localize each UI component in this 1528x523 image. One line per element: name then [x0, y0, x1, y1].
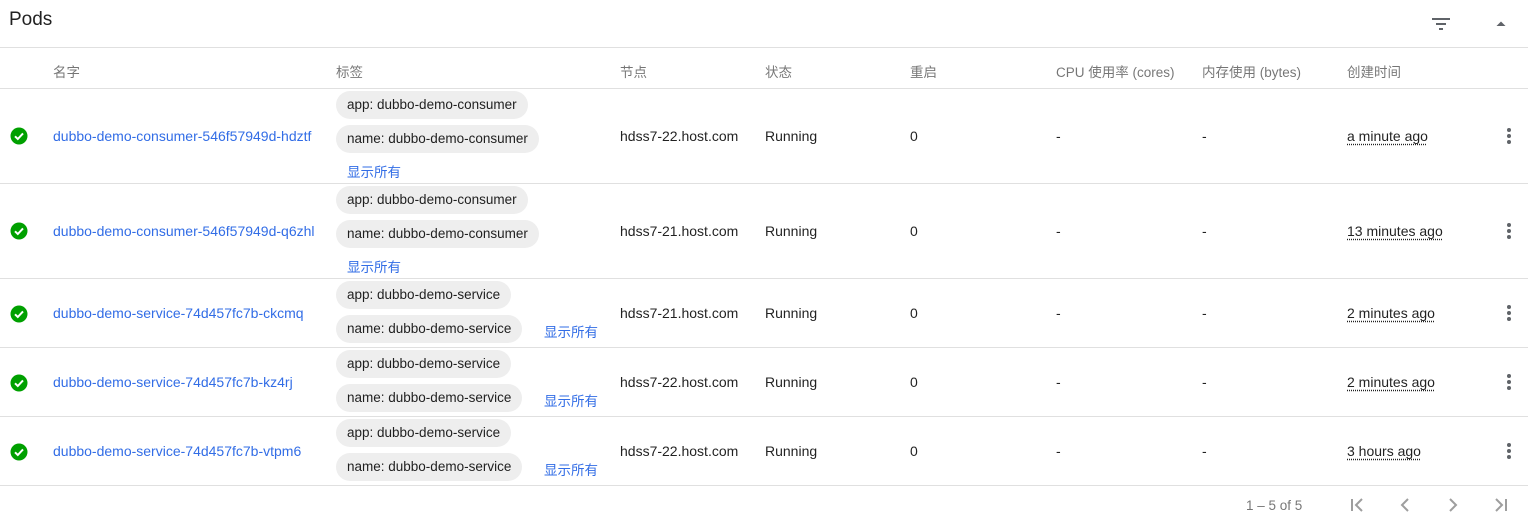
- created-time: 2 minutes ago: [1347, 374, 1435, 390]
- label-chip: name: dubbo-demo-consumer: [336, 125, 539, 153]
- pod-name-link[interactable]: dubbo-demo-service-74d457fc7b-vtpm6: [53, 443, 301, 459]
- show-all-labels-link[interactable]: 显示所有: [544, 390, 598, 410]
- pods-card-header: Pods: [0, 0, 1528, 48]
- pod-name-link[interactable]: dubbo-demo-service-74d457fc7b-kz4rj: [53, 374, 293, 390]
- more-vert-icon[interactable]: [1497, 219, 1521, 243]
- more-vert-icon[interactable]: [1497, 301, 1521, 325]
- expand-less-icon[interactable]: [1489, 12, 1513, 36]
- pod-name-link[interactable]: dubbo-demo-consumer-546f57949d-hdztf: [53, 128, 311, 144]
- label-chip: name: dubbo-demo-consumer: [336, 220, 539, 248]
- node-name: hdss7-21.host.com: [620, 305, 739, 321]
- cpu-usage: -: [1056, 128, 1061, 144]
- check-circle-icon: [10, 222, 28, 240]
- pod-status: Running: [765, 374, 818, 390]
- column-header-status: 状态: [765, 65, 792, 80]
- more-vert-icon[interactable]: [1497, 439, 1521, 463]
- table-row: dubbo-demo-consumer-546f57949d-hdztf app…: [0, 89, 1528, 184]
- first-page-icon[interactable]: [1345, 493, 1369, 517]
- node-name: hdss7-21.host.com: [620, 223, 739, 239]
- label-chip: app: dubbo-demo-service: [336, 350, 512, 378]
- pod-status: Running: [765, 443, 818, 459]
- column-header-name[interactable]: 名字: [53, 61, 80, 81]
- table-row: dubbo-demo-consumer-546f57949d-q6zhl app…: [0, 184, 1528, 279]
- check-circle-icon: [10, 127, 28, 145]
- node-name: hdss7-22.host.com: [620, 128, 739, 144]
- label-chip: name: dubbo-demo-service: [336, 384, 523, 412]
- restart-count: 0: [910, 223, 918, 239]
- restart-count: 0: [910, 443, 918, 459]
- label-chip: app: dubbo-demo-service: [336, 281, 512, 309]
- column-header-cpu: CPU 使用率 (cores): [1056, 65, 1175, 80]
- check-circle-icon: [10, 443, 28, 461]
- created-time: 2 minutes ago: [1347, 305, 1435, 321]
- check-circle-icon: [10, 374, 28, 392]
- table-row: dubbo-demo-service-74d457fc7b-ckcmq app:…: [0, 279, 1528, 348]
- label-chip: app: dubbo-demo-service: [336, 419, 512, 447]
- memory-usage: -: [1202, 443, 1207, 459]
- cpu-usage: -: [1056, 223, 1061, 239]
- pod-status: Running: [765, 223, 818, 239]
- column-header-restarts: 重启: [910, 65, 937, 80]
- table-header: 名字 标签 节点 状态 重启 CPU 使用率 (cores) 内存使用 (byt…: [0, 48, 1528, 89]
- filter-list-icon[interactable]: [1429, 12, 1453, 36]
- memory-usage: -: [1202, 305, 1207, 321]
- pod-status: Running: [765, 305, 818, 321]
- pod-name-link[interactable]: dubbo-demo-service-74d457fc7b-ckcmq: [53, 305, 304, 321]
- restart-count: 0: [910, 305, 918, 321]
- created-time: a minute ago: [1347, 128, 1428, 144]
- label-chip: name: dubbo-demo-service: [336, 453, 523, 481]
- restart-count: 0: [910, 374, 918, 390]
- table-row: dubbo-demo-service-74d457fc7b-vtpm6 app:…: [0, 417, 1528, 486]
- chevron-left-icon[interactable]: [1393, 493, 1417, 517]
- show-all-labels-link[interactable]: 显示所有: [544, 459, 598, 479]
- cpu-usage: -: [1056, 374, 1061, 390]
- show-all-labels-link[interactable]: 显示所有: [347, 256, 401, 276]
- label-chip: app: dubbo-demo-consumer: [336, 91, 528, 119]
- last-page-icon[interactable]: [1489, 493, 1513, 517]
- node-name: hdss7-22.host.com: [620, 443, 739, 459]
- more-vert-icon[interactable]: [1497, 370, 1521, 394]
- created-time: 3 hours ago: [1347, 443, 1421, 459]
- column-header-created[interactable]: 创建时间: [1347, 61, 1401, 81]
- more-vert-icon[interactable]: [1497, 124, 1521, 148]
- page-range-label: 1 – 5 of 5: [1246, 498, 1303, 513]
- created-time: 13 minutes ago: [1347, 223, 1443, 239]
- node-name: hdss7-22.host.com: [620, 374, 739, 390]
- paginator: 1 – 5 of 5: [0, 486, 1528, 523]
- memory-usage: -: [1202, 223, 1207, 239]
- memory-usage: -: [1202, 374, 1207, 390]
- cpu-usage: -: [1056, 443, 1061, 459]
- page-title: Pods: [9, 9, 53, 30]
- column-header-memory: 内存使用 (bytes): [1202, 65, 1302, 80]
- show-all-labels-link[interactable]: 显示所有: [544, 321, 598, 341]
- column-header-labels: 标签: [336, 65, 363, 80]
- check-circle-icon: [10, 305, 28, 323]
- show-all-labels-link[interactable]: 显示所有: [347, 161, 401, 181]
- cpu-usage: -: [1056, 305, 1061, 321]
- label-chip: name: dubbo-demo-service: [336, 315, 523, 343]
- memory-usage: -: [1202, 128, 1207, 144]
- table-row: dubbo-demo-service-74d457fc7b-kz4rj app:…: [0, 348, 1528, 417]
- label-chip: app: dubbo-demo-consumer: [336, 186, 528, 214]
- chevron-right-icon[interactable]: [1441, 493, 1465, 517]
- restart-count: 0: [910, 128, 918, 144]
- pod-status: Running: [765, 128, 818, 144]
- pod-name-link[interactable]: dubbo-demo-consumer-546f57949d-q6zhl: [53, 223, 315, 239]
- column-header-node: 节点: [620, 65, 647, 80]
